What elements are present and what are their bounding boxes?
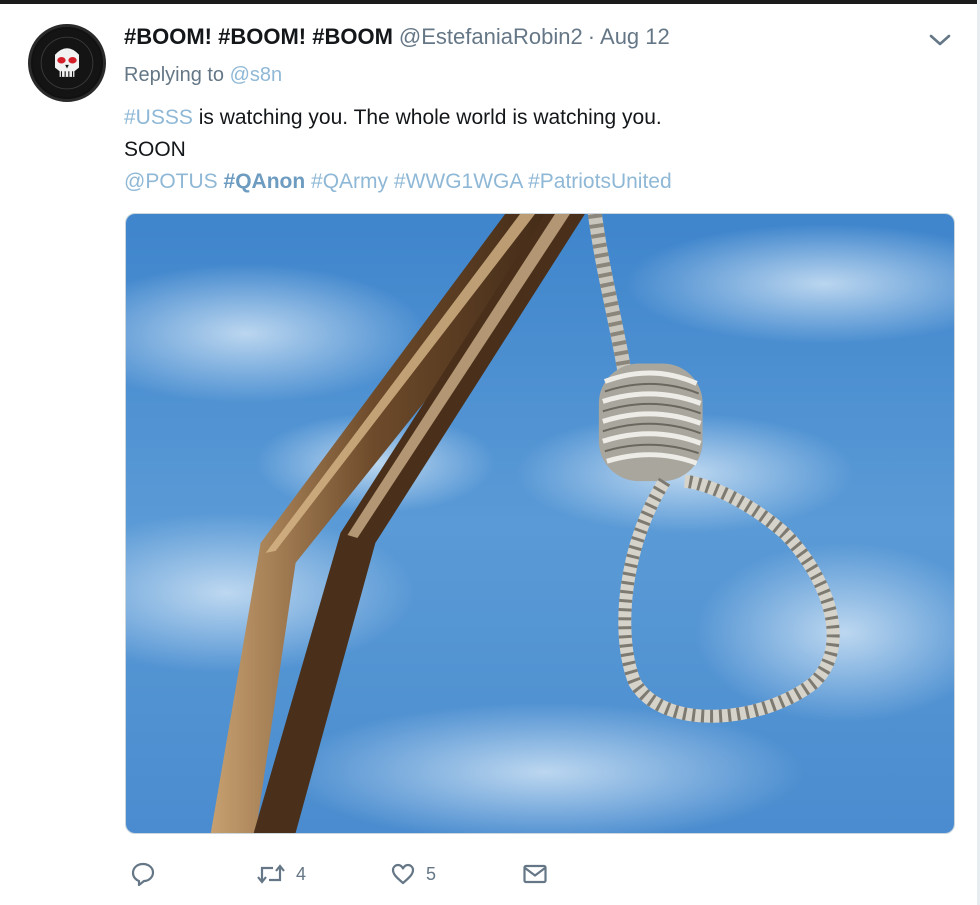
- tweet-header: #BOOM! #BOOM! #BOOM @EstefaniaRobin2 · A…: [124, 24, 670, 54]
- reply-icon: [131, 862, 155, 887]
- like-button[interactable]: 5: [390, 856, 436, 892]
- punisher-skull-icon: [32, 28, 102, 98]
- hashtag-link[interactable]: #QAnon: [224, 170, 306, 193]
- replying-prefix: Replying to: [124, 64, 230, 86]
- display-name[interactable]: #BOOM! #BOOM! #BOOM: [124, 24, 393, 50]
- tweet-date[interactable]: Aug 12: [600, 24, 670, 50]
- tweet-action-bar: 4 5: [124, 856, 684, 892]
- like-count: 5: [426, 863, 437, 884]
- direct-message-button[interactable]: [522, 856, 548, 892]
- avatar[interactable]: [28, 24, 106, 102]
- user-handle[interactable]: @EstefaniaRobin2: [399, 24, 583, 50]
- hashtag-link[interactable]: #USSS: [124, 106, 193, 129]
- header-separator: ·: [587, 24, 596, 49]
- window-top-border: [0, 0, 980, 4]
- hashtag-link[interactable]: #PatriotsUnited: [528, 170, 672, 193]
- mention-link[interactable]: @POTUS: [124, 170, 218, 193]
- chevron-down-icon: [929, 34, 951, 46]
- tweet-text-line-1: #USSS is watching you. The whole world i…: [124, 102, 662, 134]
- tweet-media-image[interactable]: [125, 213, 955, 834]
- tweet-mentions-line: @POTUS #QAnon #QArmy #WWG1WGA #PatriotsU…: [124, 166, 672, 198]
- tweet-text-line-2: SOON: [124, 138, 186, 161]
- retweet-count: 4: [296, 863, 307, 884]
- heart-icon: [391, 863, 415, 885]
- retweet-button[interactable]: 4: [256, 856, 306, 892]
- reply-button[interactable]: [130, 856, 156, 892]
- tweet-text-body: is watching you. The whole world is watc…: [192, 106, 662, 129]
- more-options-button[interactable]: [928, 30, 952, 50]
- replying-mention-link[interactable]: @s8n: [230, 64, 283, 86]
- retweet-icon: [257, 864, 285, 884]
- hashtag-link[interactable]: #QArmy: [311, 170, 388, 193]
- envelope-icon: [523, 864, 547, 884]
- noose-photo-image: [126, 214, 954, 833]
- hashtag-link[interactable]: #WWG1WGA: [394, 170, 522, 193]
- replying-to: Replying to @s8n: [124, 64, 282, 87]
